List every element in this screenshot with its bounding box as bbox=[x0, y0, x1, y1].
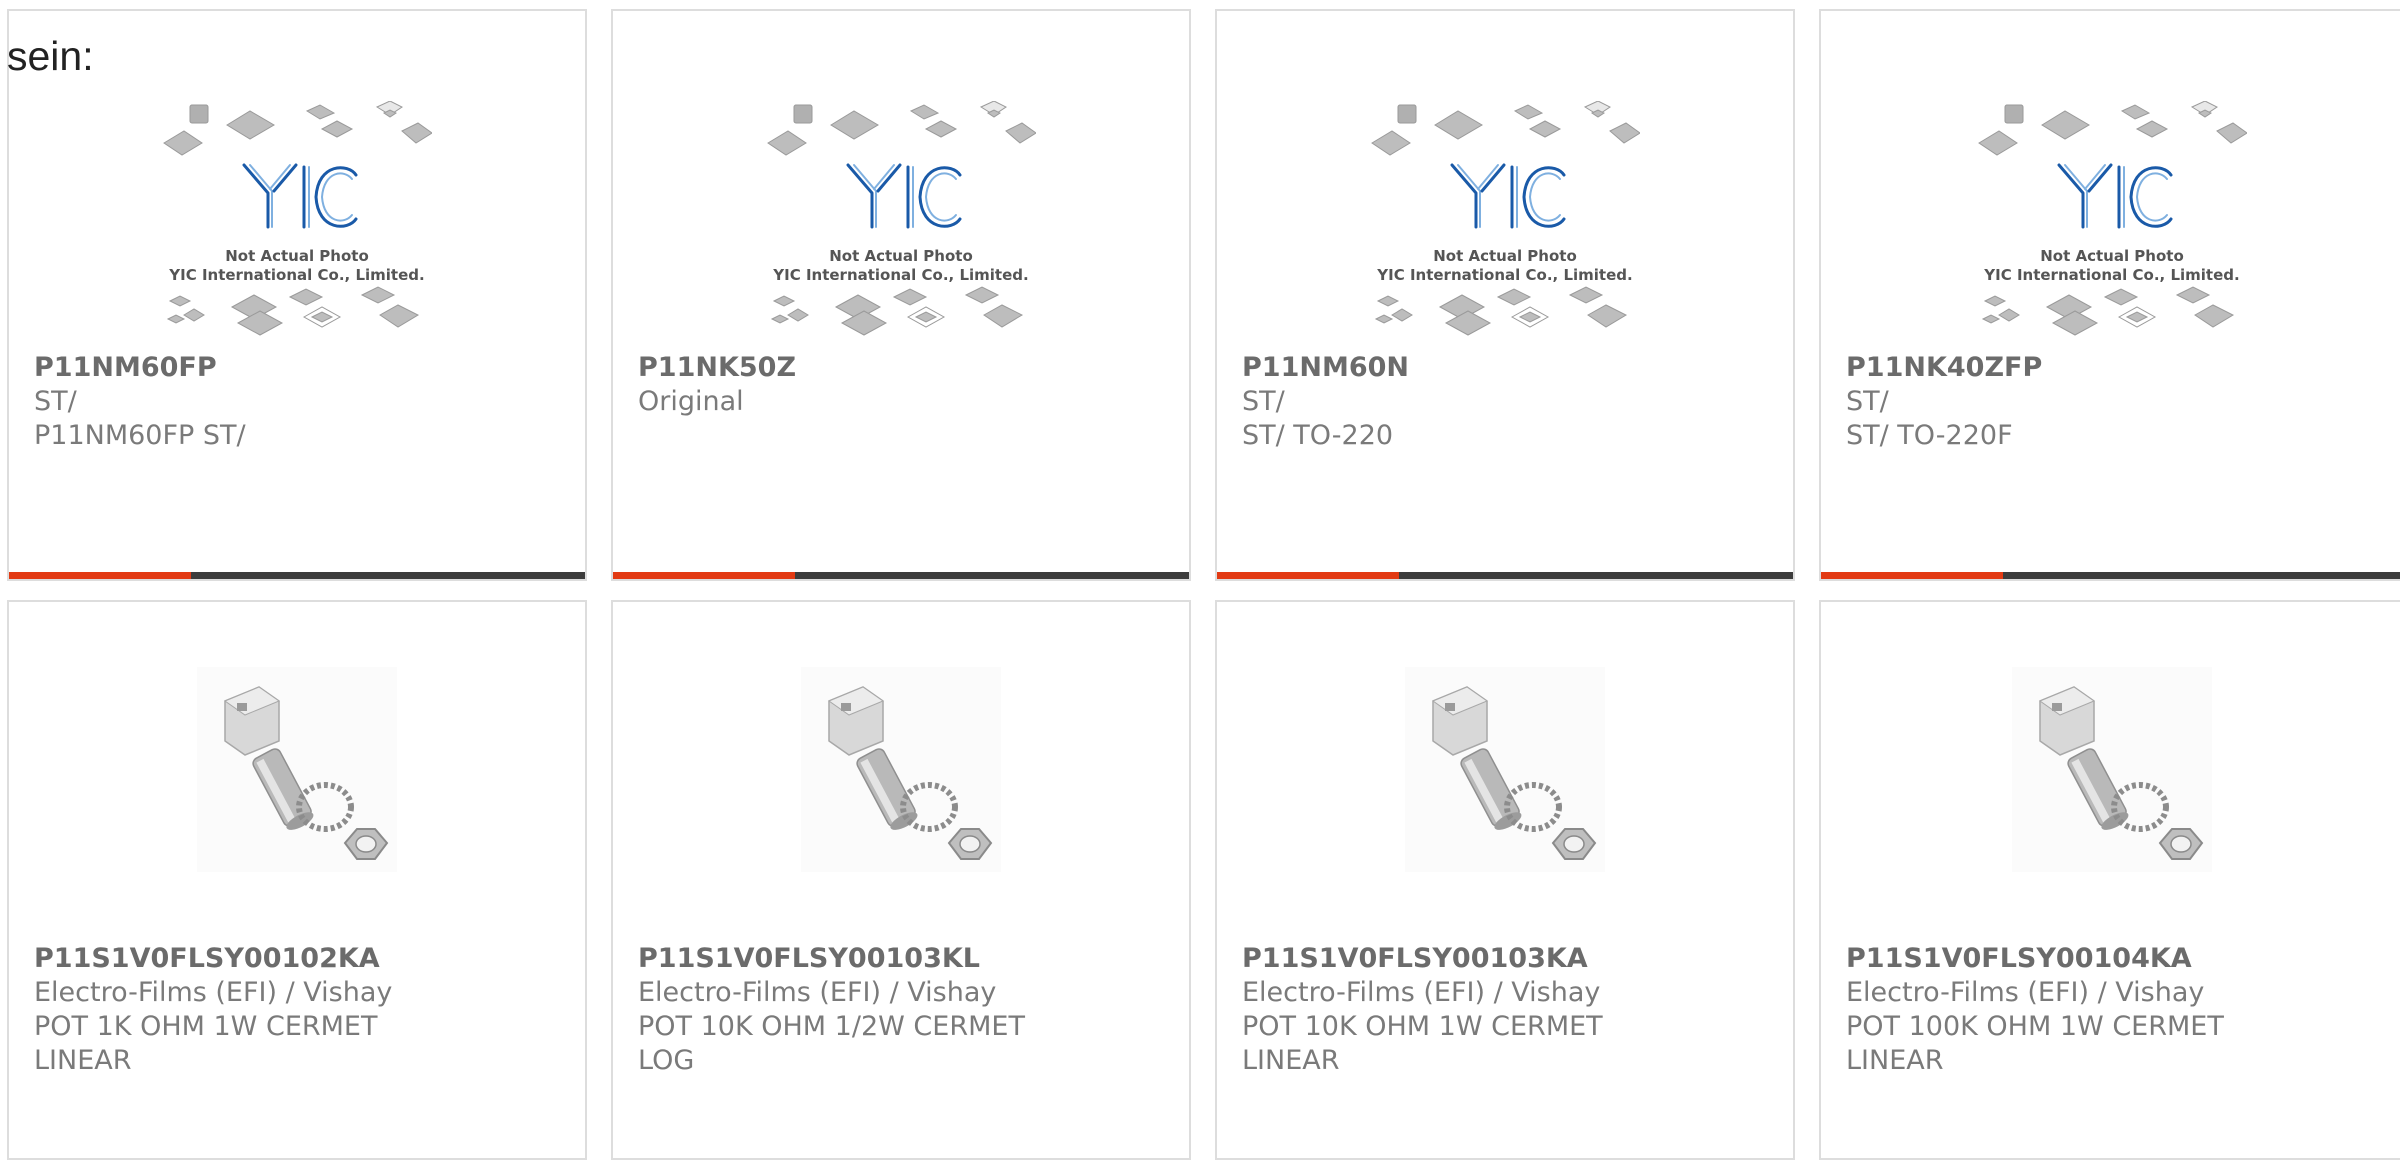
product-info: P11S1V0FLSY00103KA Electro-Films (EFI) /… bbox=[1242, 942, 1773, 1078]
product-manufacturer: Electro-Films (EFI) / Vishay bbox=[1242, 977, 1601, 1008]
product-description: POT 1K OHM 1W CERMET bbox=[34, 1011, 378, 1042]
product-description-cont: LINEAR bbox=[34, 1045, 132, 1076]
product-info: P11S1V0FLSY00102KA Electro-Films (EFI) /… bbox=[34, 942, 565, 1078]
placeholder-caption-2: YIC International Co., Limited. bbox=[168, 266, 424, 284]
product-card[interactable]: P11S1V0FLSY00103KA Electro-Films (EFI) /… bbox=[1215, 600, 1795, 1160]
placeholder-caption-2: YIC International Co., Limited. bbox=[1376, 266, 1632, 284]
product-card[interactable]: Not Actual Photo YIC International Co., … bbox=[1819, 9, 2400, 581]
product-card[interactable]: Not Actual Photo YIC International Co., … bbox=[1215, 9, 1795, 581]
product-card[interactable]: Not Actual Photo YIC International Co., … bbox=[611, 9, 1191, 581]
product-description: ST/ TO-220F bbox=[1846, 420, 2013, 451]
potentiometer-photo bbox=[197, 667, 397, 872]
part-number[interactable]: P11S1V0FLSY00102KA bbox=[34, 942, 565, 976]
card-accent-bar bbox=[1821, 572, 2400, 579]
product-manufacturer: ST/ bbox=[1846, 386, 1889, 417]
product-manufacturer: ST/ bbox=[1242, 386, 1285, 417]
product-description-cont: LOG bbox=[638, 1045, 695, 1076]
product-info: P11NM60FP ST/ P11NM60FP ST/ bbox=[34, 351, 565, 453]
not-actual-photo-placeholder-image: Not Actual Photo YIC International Co., … bbox=[766, 101, 1036, 346]
part-number[interactable]: P11NK50Z bbox=[638, 351, 1169, 385]
product-description-cont: LINEAR bbox=[1846, 1045, 1944, 1076]
product-description: POT 10K OHM 1/2W CERMET bbox=[638, 1011, 1025, 1042]
product-description-cont: LINEAR bbox=[1242, 1045, 1340, 1076]
product-description: Original bbox=[638, 386, 744, 417]
part-number[interactable]: P11S1V0FLSY00103KA bbox=[1242, 942, 1773, 976]
not-actual-photo-placeholder-image: Not Actual Photo YIC International Co., … bbox=[1977, 101, 2247, 346]
card-accent-bar bbox=[1217, 572, 1793, 579]
part-number[interactable]: P11S1V0FLSY00103KL bbox=[638, 942, 1169, 976]
placeholder-caption-2: YIC International Co., Limited. bbox=[1983, 266, 2239, 284]
product-manufacturer: ST/ bbox=[34, 386, 77, 417]
product-info: P11S1V0FLSY00104KA Electro-Films (EFI) /… bbox=[1846, 942, 2383, 1078]
part-number[interactable]: P11NM60N bbox=[1242, 351, 1773, 385]
product-info: P11NM60N ST/ ST/ TO-220 bbox=[1242, 351, 1773, 453]
placeholder-caption-1: Not Actual Photo bbox=[829, 247, 973, 265]
part-number[interactable]: P11NK40ZFP bbox=[1846, 351, 2383, 385]
product-info: P11NK50Z Original bbox=[638, 351, 1169, 419]
not-actual-photo-placeholder-image: Not Actual Photo YIC International Co., … bbox=[1370, 101, 1640, 346]
not-actual-photo-placeholder-image: Not Actual Photo YIC International Co., … bbox=[162, 101, 432, 346]
card-accent-bar bbox=[9, 572, 585, 579]
product-card[interactable]: P11S1V0FLSY00103KL Electro-Films (EFI) /… bbox=[611, 600, 1191, 1160]
potentiometer-photo bbox=[801, 667, 1001, 872]
product-manufacturer: Electro-Films (EFI) / Vishay bbox=[34, 977, 393, 1008]
product-description: POT 10K OHM 1W CERMET bbox=[1242, 1011, 1603, 1042]
potentiometer-photo bbox=[2012, 667, 2212, 872]
product-manufacturer: Electro-Films (EFI) / Vishay bbox=[1846, 977, 2205, 1008]
potentiometer-photo bbox=[1405, 667, 1605, 872]
part-number[interactable]: P11S1V0FLSY00104KA bbox=[1846, 942, 2383, 976]
product-card[interactable]: Not Actual Photo YIC International Co., … bbox=[7, 9, 587, 581]
product-description: P11NM60FP ST/ bbox=[34, 420, 246, 451]
product-info: P11S1V0FLSY00103KL Electro-Films (EFI) /… bbox=[638, 942, 1169, 1078]
product-description: POT 100K OHM 1W CERMET bbox=[1846, 1011, 2224, 1042]
placeholder-caption-2: YIC International Co., Limited. bbox=[772, 266, 1028, 284]
product-info: P11NK40ZFP ST/ ST/ TO-220F bbox=[1846, 351, 2383, 453]
product-manufacturer: Electro-Films (EFI) / Vishay bbox=[638, 977, 997, 1008]
placeholder-caption-1: Not Actual Photo bbox=[1433, 247, 1577, 265]
product-card[interactable]: P11S1V0FLSY00102KA Electro-Films (EFI) /… bbox=[7, 600, 587, 1160]
product-description: ST/ TO-220 bbox=[1242, 420, 1394, 451]
part-number[interactable]: P11NM60FP bbox=[34, 351, 565, 385]
lead-text: sein: bbox=[7, 33, 94, 79]
placeholder-caption-1: Not Actual Photo bbox=[2040, 247, 2184, 265]
product-card[interactable]: P11S1V0FLSY00104KA Electro-Films (EFI) /… bbox=[1819, 600, 2400, 1160]
card-accent-bar bbox=[613, 572, 1189, 579]
placeholder-caption-1: Not Actual Photo bbox=[225, 247, 369, 265]
